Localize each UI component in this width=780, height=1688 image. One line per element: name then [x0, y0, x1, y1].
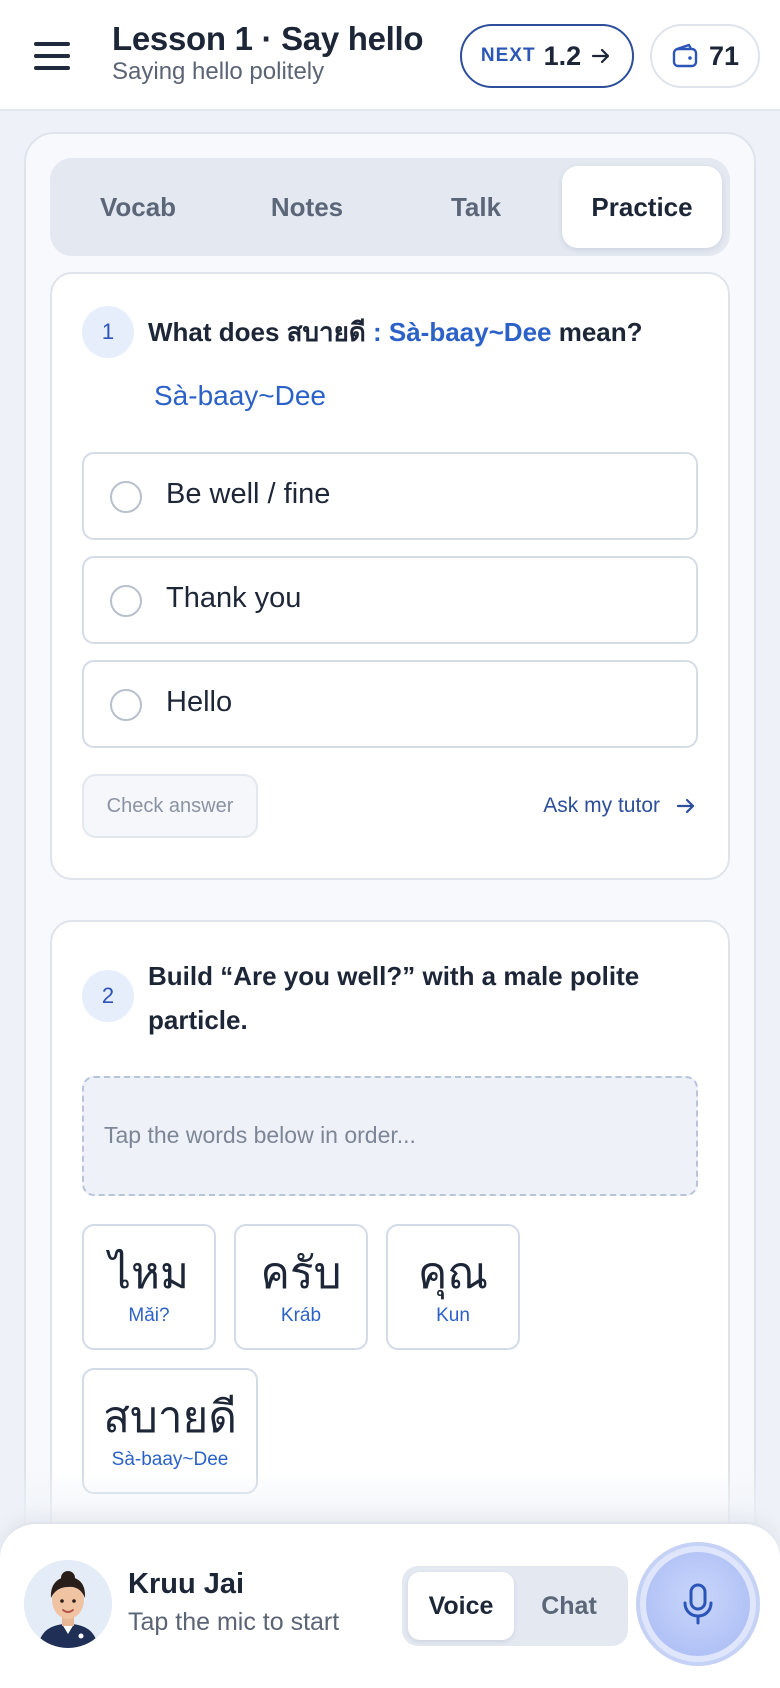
tutor-bar: Kruu Jai Tap the mic to start Voice Chat	[0, 1522, 780, 1688]
question-number-badge: 1	[82, 306, 134, 358]
radio-button[interactable]	[110, 481, 142, 513]
tab-notes[interactable]: Notes	[227, 166, 387, 248]
arrow-right-icon	[676, 798, 695, 814]
tutor-status: Tap the mic to start	[128, 1608, 340, 1636]
radio-button[interactable]	[110, 689, 142, 721]
answer-option[interactable]: Be well / fine	[82, 452, 698, 540]
question-prompt: What does สบายดี : Sà-baay~Dee mean?	[148, 317, 643, 347]
chip-romanization: Mǎi?	[128, 1305, 170, 1326]
lesson-subtitle: Saying hello politely	[112, 58, 325, 85]
next-lesson-button[interactable]: NEXT 1.2	[460, 24, 634, 88]
dropzone-placeholder: Tap the words below in order...	[104, 1122, 416, 1148]
word-chip[interactable]: ครับ Kráb	[234, 1224, 368, 1350]
wallet-icon	[672, 43, 698, 68]
mode-toggle: Voice Chat	[402, 1566, 628, 1646]
chip-thai-text: ครับ	[260, 1248, 342, 1299]
wallet-button[interactable]: 71	[650, 24, 760, 88]
tab-vocab[interactable]: Vocab	[58, 166, 218, 248]
menu-icon[interactable]	[34, 40, 70, 72]
word-chip[interactable]: ไหม Mǎi?	[82, 1224, 216, 1350]
next-label: NEXT	[480, 45, 536, 66]
option-label: Hello	[166, 686, 233, 718]
question-prompt: Build “Are you well?” with a male polite…	[148, 961, 640, 1035]
mode-voice[interactable]: Voice	[408, 1572, 514, 1640]
chip-thai-text: คุณ	[417, 1248, 489, 1299]
mic-button-inner	[646, 1552, 750, 1656]
tab-practice[interactable]: Practice	[562, 166, 722, 248]
next-lesson-number: 1.2	[543, 40, 582, 71]
tutor-avatar	[24, 1560, 112, 1648]
lesson-tabs: Vocab Notes Talk Practice	[50, 158, 730, 256]
wallet-count: 71	[708, 40, 740, 71]
ask-tutor-label: Ask my tutor	[543, 794, 660, 817]
microphone-icon	[683, 1583, 713, 1625]
transliteration-label: Sà-baay~Dee	[154, 380, 327, 411]
chip-romanization: Sà-baay~Dee	[111, 1449, 229, 1470]
ask-tutor-link[interactable]: Ask my tutor	[543, 774, 698, 838]
option-label: Thank you	[166, 582, 302, 614]
tutor-name: Kruu Jai	[128, 1568, 245, 1600]
scroll-fade	[0, 1470, 780, 1530]
option-label: Be well / fine	[166, 478, 331, 510]
answer-dropzone[interactable]: Tap the words below in order...	[82, 1076, 698, 1196]
chip-romanization: Kun	[436, 1305, 470, 1326]
top-bar: Lesson 1 · Say hello Saying hello polite…	[0, 0, 780, 111]
question-number-badge: 2	[82, 970, 134, 1022]
word-chip[interactable]: คุณ Kun	[386, 1224, 520, 1350]
mic-button[interactable]	[636, 1542, 760, 1666]
tab-talk[interactable]: Talk	[396, 166, 556, 248]
chip-thai-text: ไหม	[108, 1248, 190, 1299]
chip-thai-text: สบายดี	[103, 1392, 237, 1443]
chip-romanization: Kráb	[280, 1305, 322, 1326]
answer-option[interactable]: Thank you	[82, 556, 698, 644]
radio-button[interactable]	[110, 585, 142, 617]
lesson-title: Lesson 1 · Say hello	[112, 20, 424, 57]
arrow-right-icon	[592, 48, 610, 64]
check-answer-button[interactable]: Check answer	[82, 774, 258, 838]
question-card-1: 1 What does สบายดี : Sà-baay~Dee mean? S…	[50, 272, 730, 880]
mode-chat[interactable]: Chat	[516, 1572, 622, 1640]
answer-option[interactable]: Hello	[82, 660, 698, 748]
tutor-avatar-illustration	[24, 1560, 112, 1648]
